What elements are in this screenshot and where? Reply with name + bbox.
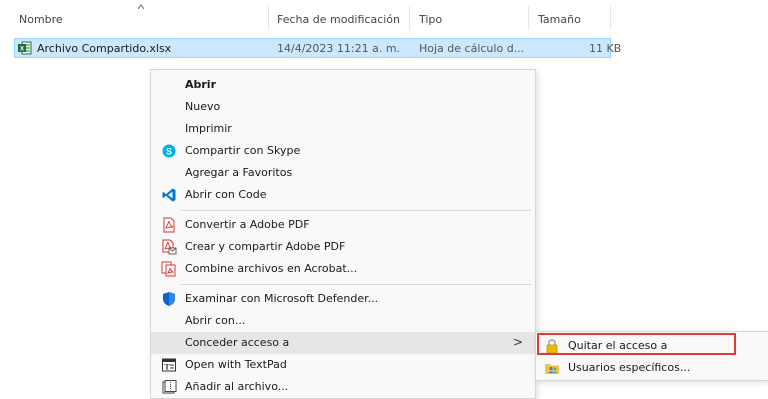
file-row-selected[interactable]: X Archivo Compartido.xlsx 14/4/2023 11:2…: [14, 38, 621, 58]
menu-item-new[interactable]: Nuevo: [151, 96, 535, 118]
file-type: Hoja de cálculo d...: [419, 42, 525, 55]
context-menu: Abrir Nuevo Imprimir S Compartir con Sky…: [150, 69, 536, 399]
submenu-item-label: Usuarios específicos...: [568, 361, 691, 374]
menu-item-label: Abrir con Code: [185, 188, 267, 201]
menu-item-add-favorites[interactable]: Agregar a Favoritos: [151, 162, 535, 184]
menu-item-label: Añadir al archivo...: [185, 380, 289, 393]
menu-divider: [181, 210, 531, 211]
menu-item-label: Compartir con Skype: [185, 144, 301, 157]
menu-item-open[interactable]: Abrir: [151, 74, 535, 96]
menu-item-convert-pdf[interactable]: Convertir a Adobe PDF: [151, 214, 535, 236]
acrobat-combine-icon: [161, 261, 176, 277]
menu-item-combine-acrobat[interactable]: Combine archivos en Acrobat...: [151, 258, 535, 280]
adobe-pdf-share-icon: [162, 239, 177, 255]
defender-shield-icon: [163, 292, 175, 306]
menu-divider: [181, 284, 531, 285]
column-divider[interactable]: [528, 6, 529, 30]
file-name[interactable]: Archivo Compartido.xlsx: [37, 42, 171, 55]
menu-item-add-archive[interactable]: Añadir al archivo...: [151, 376, 535, 398]
excel-file-icon: X: [18, 41, 32, 55]
menu-item-label: Abrir: [185, 78, 217, 91]
menu-item-label: Abrir con...: [185, 314, 246, 327]
adobe-pdf-icon: [163, 217, 175, 233]
menu-item-textpad[interactable]: T Open with TextPad: [151, 354, 535, 376]
column-size[interactable]: Tamaño: [538, 13, 581, 26]
submenu-item-specific-users[interactable]: Usuarios específicos...: [538, 357, 766, 379]
file-modified: 14/4/2023 11:21 a. m.: [277, 42, 401, 55]
menu-item-label: Crear y compartir Adobe PDF: [185, 240, 346, 253]
column-header: Nombre Fecha de modificación Tipo Tamaño: [0, 0, 768, 30]
menu-item-defender[interactable]: Examinar con Microsoft Defender...: [151, 288, 535, 310]
column-divider[interactable]: [268, 6, 269, 30]
menu-item-print[interactable]: Imprimir: [151, 118, 535, 140]
column-divider[interactable]: [610, 6, 611, 30]
menu-item-label: Agregar a Favoritos: [185, 166, 293, 179]
column-type[interactable]: Tipo: [419, 13, 442, 26]
archive-icon: [162, 380, 177, 394]
chevron-right-icon: >: [512, 335, 523, 349]
menu-item-grant-access[interactable]: Conceder acceso a >: [151, 332, 535, 354]
users-folder-icon: [545, 364, 559, 374]
sort-ascending-icon[interactable]: [137, 4, 145, 10]
column-modified[interactable]: Fecha de modificación: [277, 13, 400, 26]
menu-item-label: Conceder acceso a: [185, 336, 290, 349]
menu-item-create-share-pdf[interactable]: Crear y compartir Adobe PDF: [151, 236, 535, 258]
textpad-icon: T: [162, 358, 176, 372]
menu-item-label: Examinar con Microsoft Defender...: [185, 292, 379, 305]
menu-item-share-skype[interactable]: S Compartir con Skype: [151, 140, 535, 162]
menu-item-label: Nuevo: [185, 100, 221, 113]
menu-item-label: Open with TextPad: [185, 358, 287, 371]
column-divider[interactable]: [409, 6, 410, 30]
menu-item-label: Imprimir: [185, 122, 232, 135]
menu-item-label: Combine archivos en Acrobat...: [185, 262, 358, 275]
vscode-icon: [162, 188, 176, 202]
svg-text:X: X: [20, 47, 24, 53]
svg-text:T: T: [164, 363, 170, 372]
file-size: 11 KB: [589, 42, 622, 55]
column-name[interactable]: Nombre: [19, 13, 63, 26]
highlight-annotation-box: [537, 333, 736, 355]
svg-text:S: S: [166, 147, 172, 157]
menu-item-open-with[interactable]: Abrir con...: [151, 310, 535, 332]
skype-icon: S: [162, 144, 176, 158]
menu-item-open-code[interactable]: Abrir con Code: [151, 184, 535, 206]
menu-item-label: Convertir a Adobe PDF: [185, 218, 310, 231]
